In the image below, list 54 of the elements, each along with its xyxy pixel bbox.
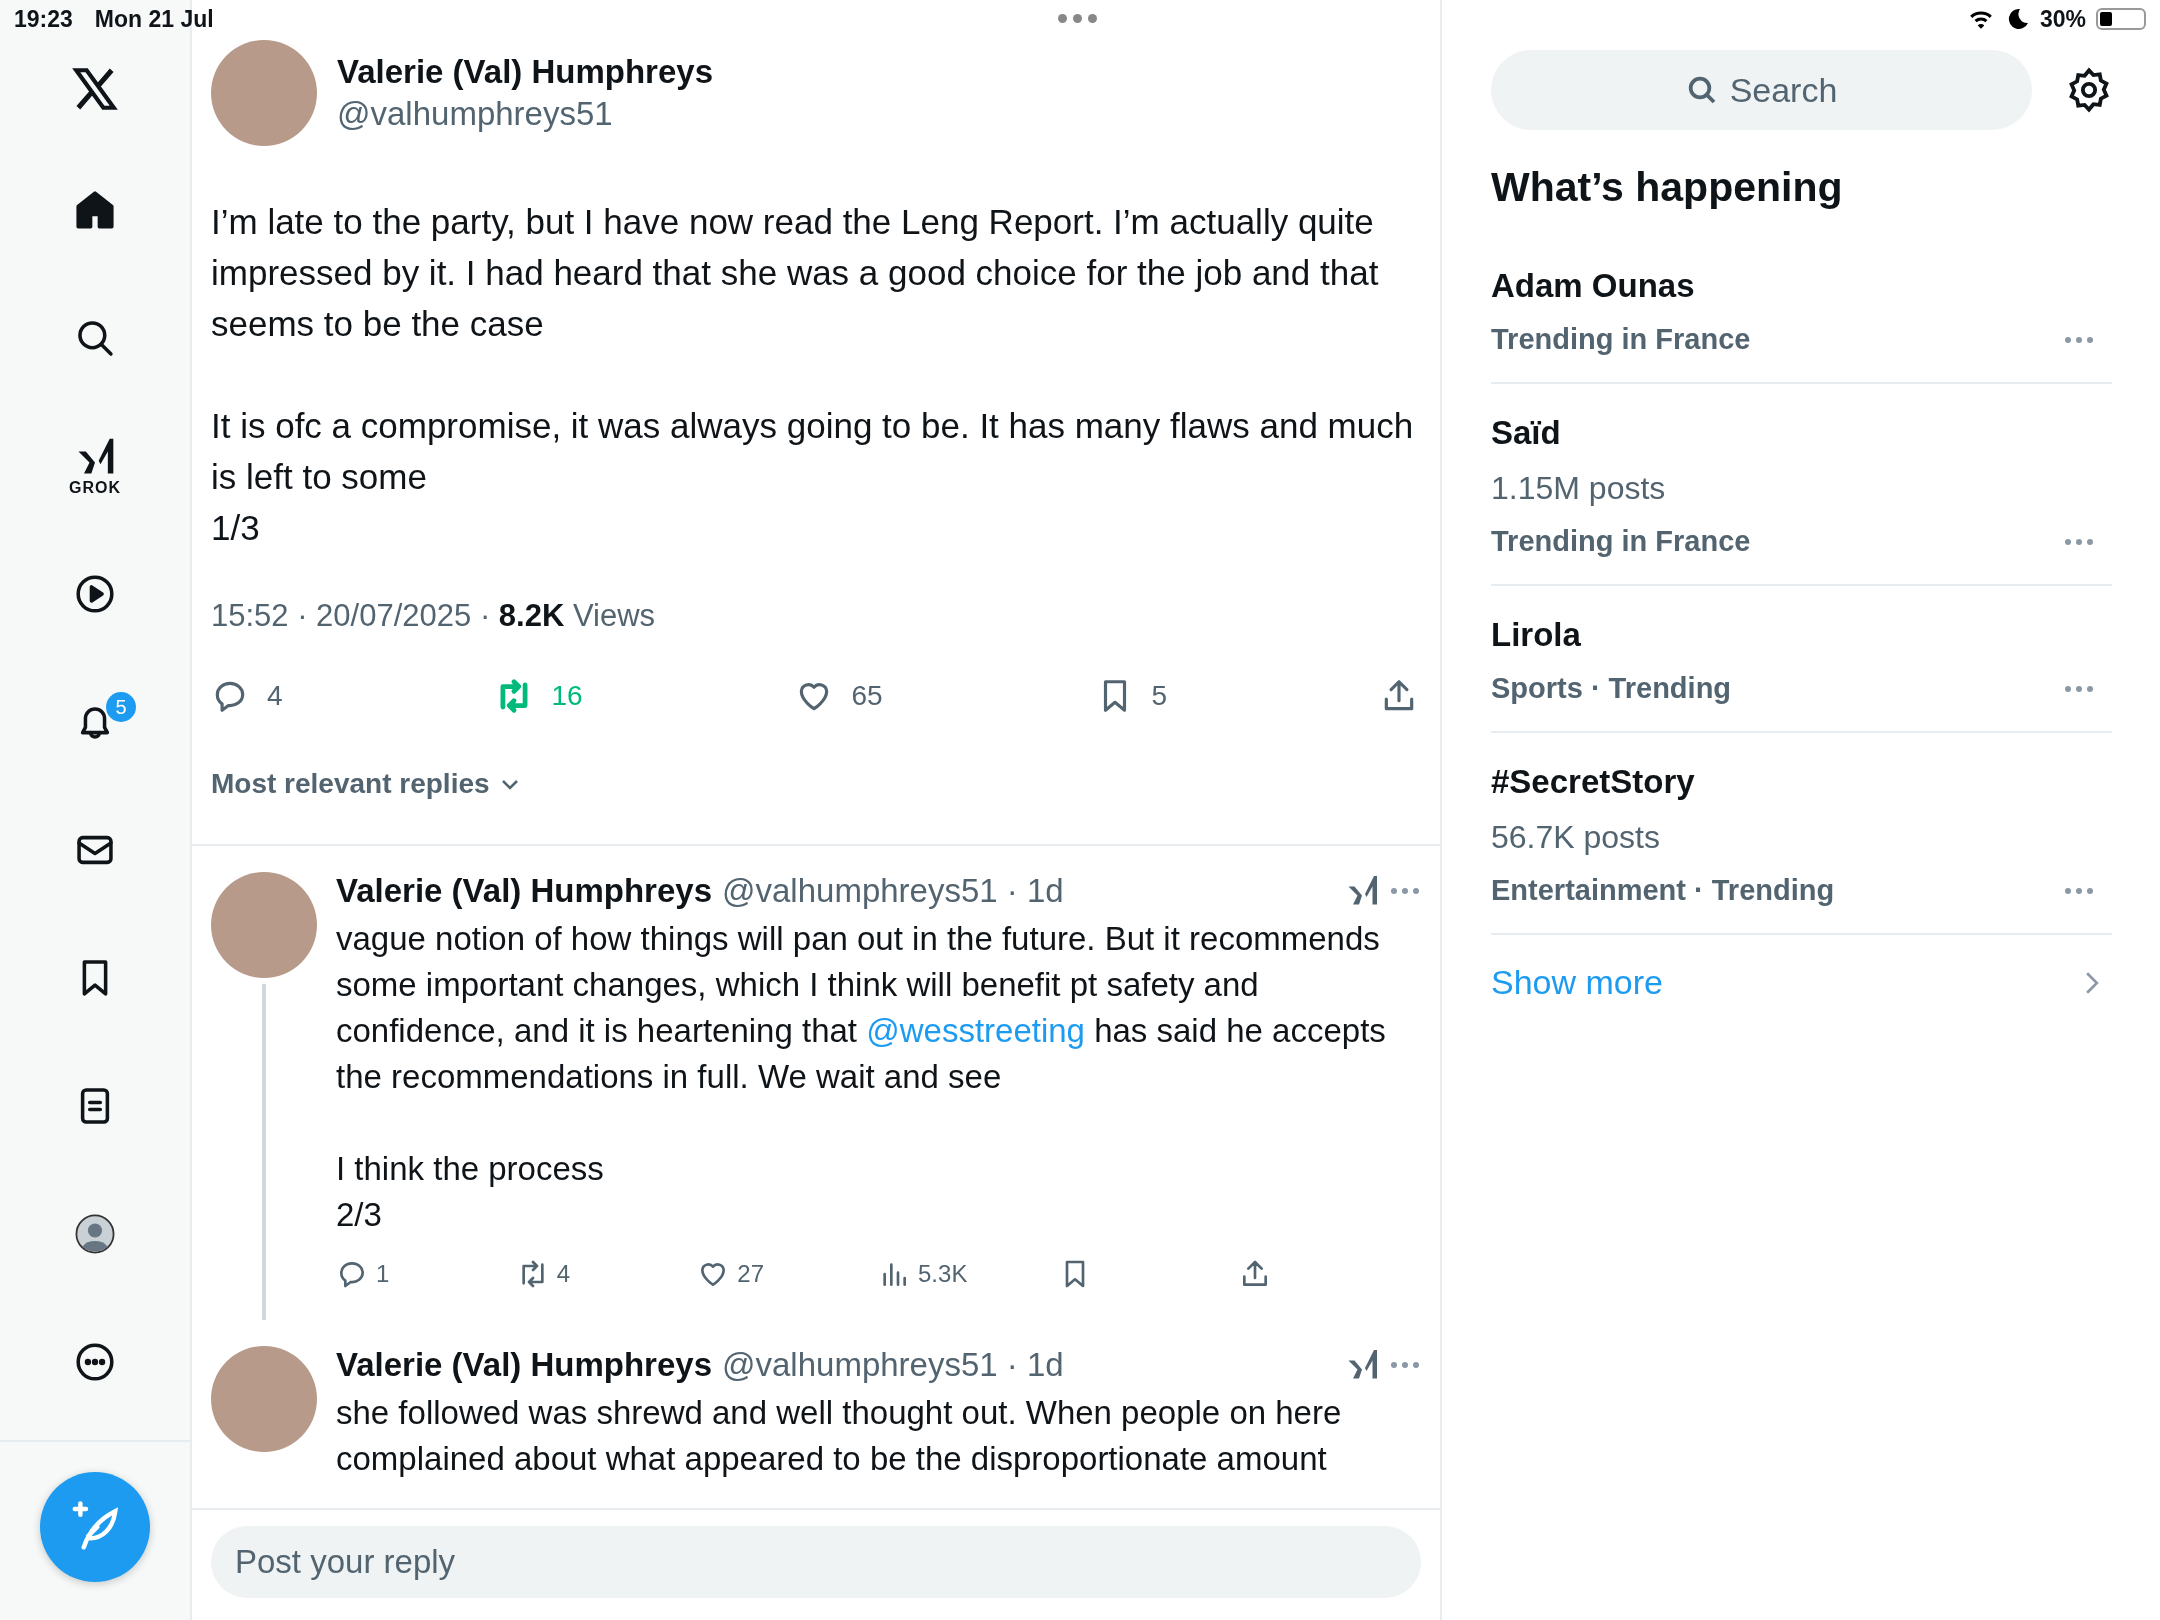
- count-text: 27: [737, 1260, 765, 1288]
- trend-context: Entertainment · Trending: [1491, 874, 1835, 907]
- post-count: 1.15M posts: [1491, 470, 1666, 507]
- trend-name: #SecretStory: [1491, 763, 1695, 801]
- author-handle: @valhumphreys51 · 1d: [722, 872, 1065, 910]
- post-text: It is ofc a compromise, it was always going to be. It has many flaws and much is left to some 1/3: [211, 405, 1415, 549]
- trend-context: Trending in France: [1491, 525, 1751, 558]
- grok-button[interactable]: GROK: [69, 435, 121, 497]
- like-button[interactable]: 27: [697, 1258, 878, 1290]
- count-text: 4: [267, 680, 283, 712]
- status-time: 19:23: [14, 5, 73, 33]
- settings-icon[interactable]: [2066, 67, 2112, 113]
- search-field[interactable]: Search: [1491, 50, 2032, 130]
- count-text: 16: [551, 680, 583, 712]
- reply-text: she followed was shrewd and well thought out. When people on here complained about what appeared to be the disproportionate amount: [336, 1393, 1343, 1479]
- author-name[interactable]: Valerie (Val) Humphreys: [336, 1346, 712, 1384]
- post-count: 56.7K posts: [1491, 819, 1660, 856]
- count-text: 5.3K: [918, 1260, 968, 1288]
- trend-name: Adam Ounas: [1491, 267, 1695, 305]
- status-date: Mon 21 Jul: [94, 5, 214, 33]
- post-text: I’m late to the party, but I have now read the Leng Report. I’m actually quite impressed by it. I had heard that she was a good choice for the job and that seems to be the case: [211, 201, 1380, 345]
- author-handle: @valhumphreys51 · 1d: [722, 1346, 1065, 1384]
- reply-text: vague notion of how things will pan out in the future. But it recommends some important changes, which I think will benefit pt safety and confidence, and it is heartening that @wesstreeting has said he accepts the recommendations in full. We wait and see: [336, 919, 1387, 1097]
- trend-item[interactable]: #SecretStory 56.7K posts Entertainment · Trending: [1491, 733, 2112, 935]
- battery-icon: [2096, 8, 2146, 30]
- compose-button[interactable]: [40, 1472, 150, 1582]
- trend-item[interactable]: Lirola Sports · Trending: [1491, 586, 2112, 733]
- multitasking-icon[interactable]: [1058, 14, 1097, 23]
- count-text: 1: [376, 1260, 390, 1288]
- reply-text: I think the process 2/3: [336, 1149, 605, 1235]
- trend-item[interactable]: Adam Ounas Trending in France: [1491, 237, 2112, 384]
- trend-item[interactable]: Saïd 1.15M posts Trending in France: [1491, 384, 2112, 586]
- battery-percent: 30%: [2039, 5, 2086, 33]
- count-text: 5: [1151, 680, 1168, 712]
- section-heading: What’s happening: [1491, 164, 1844, 211]
- author-handle[interactable]: @valhumphreys51: [337, 95, 713, 133]
- trend-name: Saïd: [1491, 414, 1561, 452]
- bookmark-button[interactable]: 5: [1095, 677, 1168, 715]
- reply-button[interactable]: 1: [336, 1258, 517, 1290]
- author-name[interactable]: Valerie (Val) Humphreys: [337, 53, 713, 91]
- trend-name: Lirola: [1491, 616, 1581, 654]
- notification-badge: 5: [106, 692, 136, 722]
- count-text: 65: [851, 680, 883, 712]
- count-text: 4: [556, 1260, 571, 1288]
- sort-dropdown[interactable]: Most relevant replies: [211, 768, 522, 800]
- reply-input[interactable]: Post your reply: [211, 1526, 1421, 1598]
- reply-button[interactable]: 4: [211, 677, 283, 715]
- like-button[interactable]: 65: [795, 677, 883, 715]
- author-name[interactable]: Valerie (Val) Humphreys: [336, 872, 712, 910]
- post-timestamp: 15:52 · 20/07/2025 · 8.2K Views: [211, 598, 657, 634]
- trend-context: Trending in France: [1491, 323, 1751, 356]
- repost-button[interactable]: 4: [516, 1258, 698, 1290]
- trend-context: Sports · Trending: [1491, 672, 1732, 705]
- views-button[interactable]: 5.3K: [878, 1258, 1059, 1290]
